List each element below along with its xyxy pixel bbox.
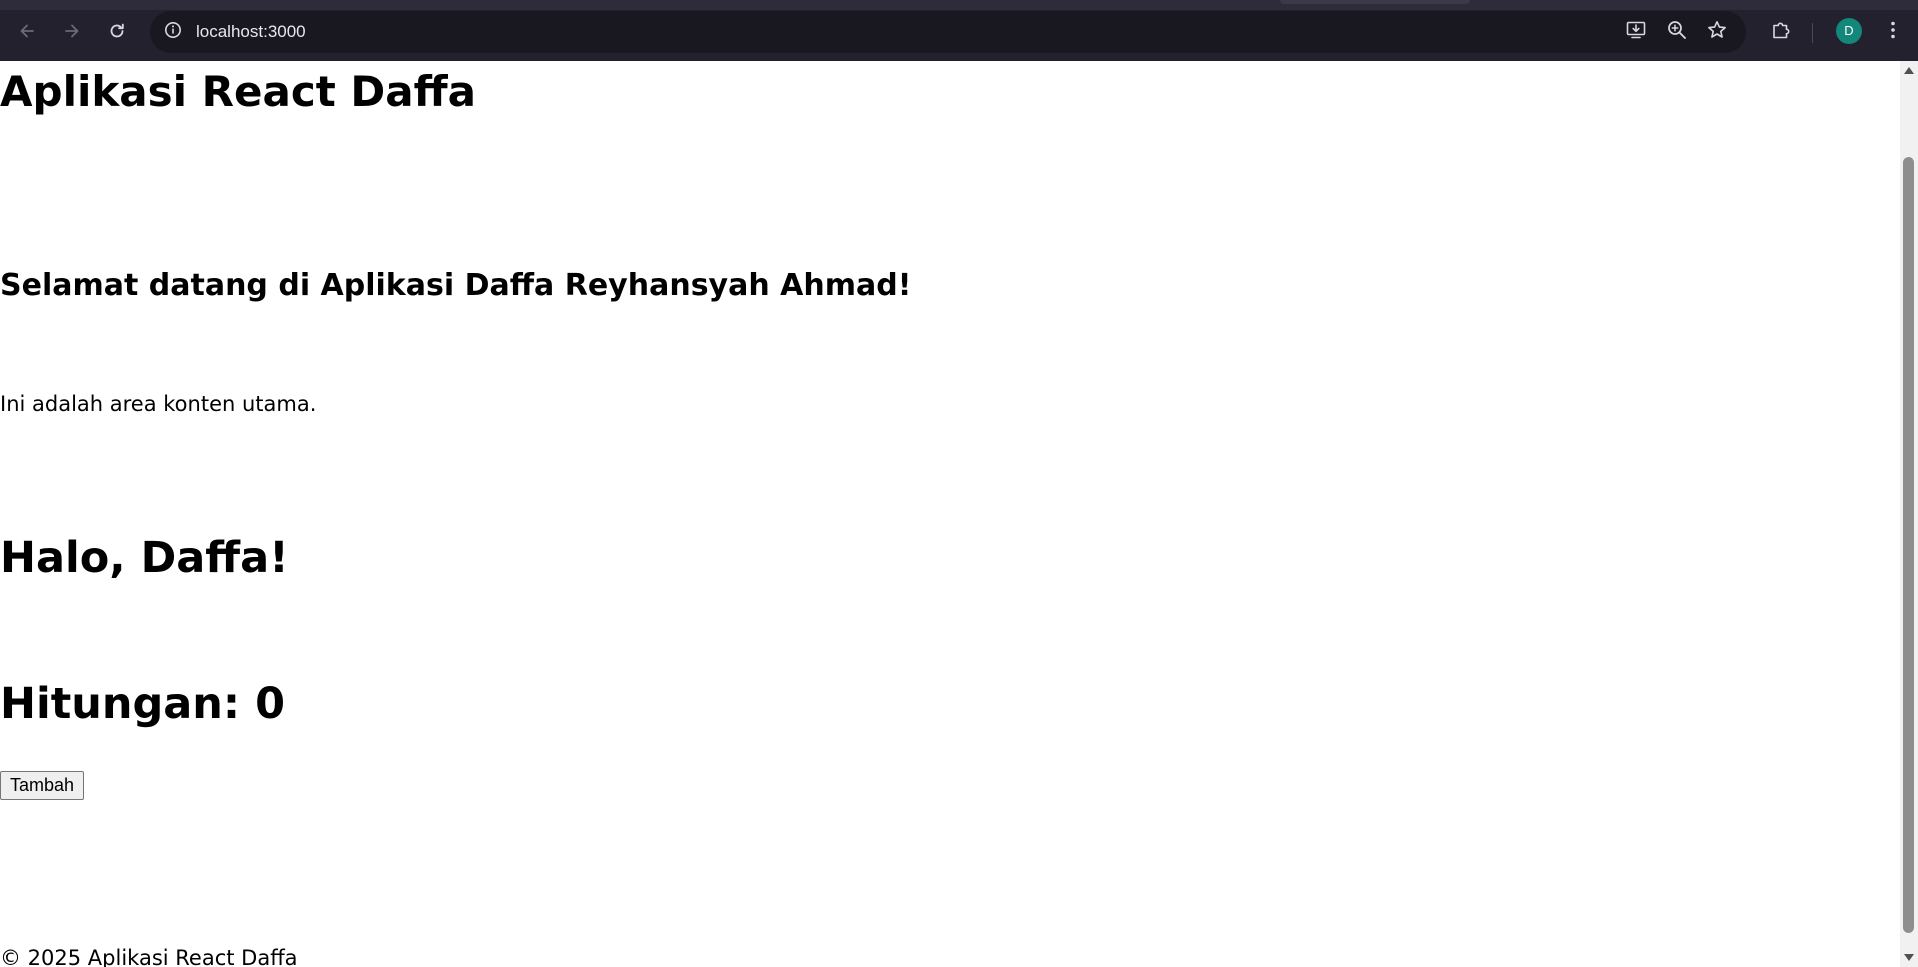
page-title: Aplikasi React Daffa [0, 67, 476, 116]
greeting-heading: Halo, Daffa! [0, 533, 289, 583]
star-icon [1706, 19, 1728, 45]
browser-chrome: localhost:3000 D [0, 0, 1918, 61]
arrow-left-icon [17, 21, 37, 41]
kebab-menu-icon [1882, 19, 1904, 45]
browser-menu-button[interactable] [1880, 19, 1906, 45]
add-button[interactable]: Tambah [0, 771, 85, 800]
extensions-button[interactable] [1768, 19, 1794, 45]
install-app-button[interactable] [1624, 20, 1648, 44]
scrollbar-thumb[interactable] [1903, 157, 1914, 933]
zoom-icon [1666, 19, 1688, 45]
reload-button[interactable] [99, 13, 135, 49]
puzzle-icon [1770, 19, 1792, 45]
install-app-icon [1625, 19, 1647, 45]
browser-toolbar: localhost:3000 D [0, 10, 1918, 53]
content-text: Ini adalah area konten utama. [0, 392, 317, 416]
arrow-right-icon [62, 21, 82, 41]
scroll-up-arrow-icon[interactable] [1904, 67, 1914, 74]
url-text[interactable]: localhost:3000 [196, 21, 306, 43]
back-button[interactable] [9, 13, 45, 49]
address-bar[interactable]: localhost:3000 [150, 11, 1746, 53]
info-icon [164, 21, 182, 43]
toolbar-divider [1812, 23, 1813, 43]
site-info-button[interactable] [162, 21, 184, 43]
page-viewport: Aplikasi React Daffa Selamat datang di A… [0, 61, 1900, 967]
scroll-down-arrow-icon[interactable] [1904, 954, 1914, 961]
forward-button[interactable] [54, 13, 90, 49]
reload-icon [107, 21, 127, 41]
vertical-scrollbar[interactable] [1900, 61, 1918, 967]
counter-display: Hitungan: 0 [0, 679, 286, 729]
avatar[interactable]: D [1836, 18, 1862, 44]
welcome-heading: Selamat datang di Aplikasi Daffa Reyhans… [0, 268, 912, 303]
bookmark-button[interactable] [1705, 20, 1729, 44]
zoom-button[interactable] [1665, 20, 1689, 44]
tab-strip-highlight [1280, 0, 1470, 4]
footer-text: © 2025 Aplikasi React Daffa [0, 946, 298, 967]
tab-strip [0, 0, 1918, 10]
